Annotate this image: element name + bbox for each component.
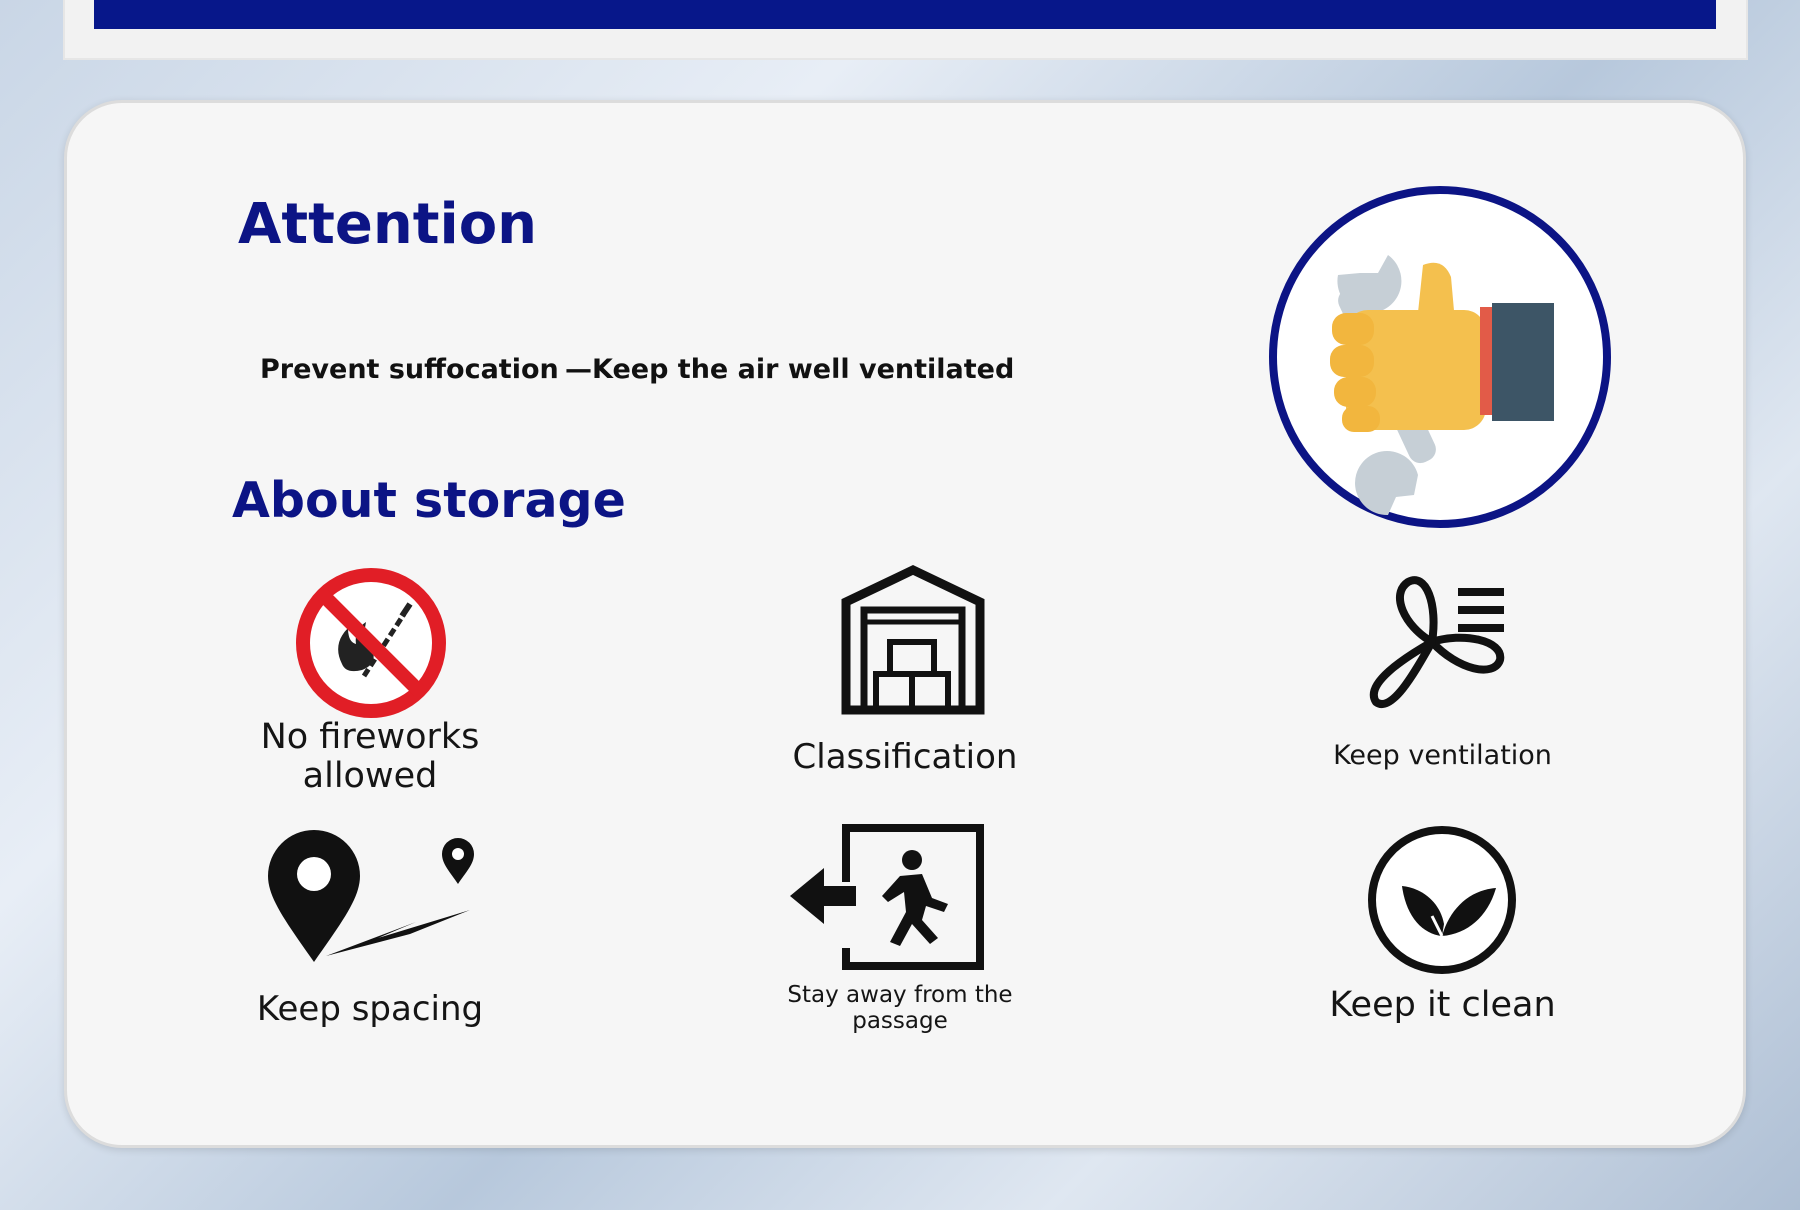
attention-title: Attention xyxy=(238,192,538,257)
attention-line-right: —Keep the air well ventilated xyxy=(565,354,1015,385)
warehouse-icon xyxy=(841,565,985,715)
map-pin-distance-icon xyxy=(268,830,474,962)
top-banner-bar xyxy=(94,0,1716,29)
label-classification: Classification xyxy=(792,737,1018,777)
attention-line-left: Prevent suffocation xyxy=(260,354,559,385)
leaf-icon xyxy=(1368,826,1516,974)
thumbs-up-icon xyxy=(1269,186,1611,528)
no-fire-icon xyxy=(296,568,446,718)
label-stay-away-passage: Stay away from the passage xyxy=(787,982,1013,1034)
storage-title: About storage xyxy=(232,472,626,529)
top-banner xyxy=(63,0,1748,60)
fan-icon xyxy=(1369,576,1505,708)
label-keep-clean: Keep it clean xyxy=(1329,985,1556,1025)
label-keep-spacing: Keep spacing xyxy=(256,989,484,1029)
label-keep-ventilation: Keep ventilation xyxy=(1333,740,1552,771)
exit-icon xyxy=(790,824,984,970)
label-no-fireworks: No fireworks allowed xyxy=(260,717,480,797)
